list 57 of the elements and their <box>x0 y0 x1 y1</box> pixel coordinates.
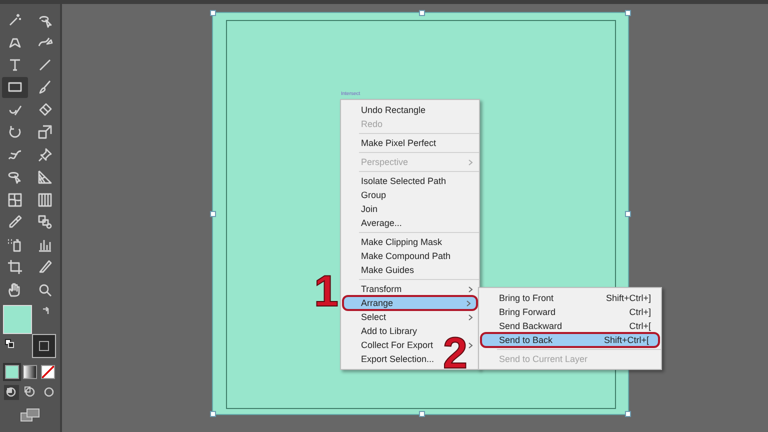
menu-item[interactable]: Make Guides <box>341 263 479 277</box>
selection-handle[interactable] <box>625 211 631 217</box>
menu-item[interactable]: Undo Rectangle <box>341 103 479 117</box>
selection-handle[interactable] <box>210 411 216 417</box>
color-mode-button[interactable] <box>5 364 19 378</box>
eraser-icon <box>37 102 53 118</box>
draw-normal-button[interactable] <box>4 384 18 400</box>
menu-item[interactable]: Make Pixel Perfect <box>341 136 479 150</box>
zoom-icon <box>37 282 53 298</box>
selection-handle[interactable] <box>210 10 216 16</box>
gradient-mode-button[interactable] <box>23 364 37 378</box>
scale-icon <box>37 124 53 140</box>
chevron-icon <box>468 342 473 348</box>
artboard-icon <box>7 259 23 276</box>
rectangle-tool[interactable] <box>2 76 28 98</box>
type-icon <box>7 56 23 73</box>
menu-item[interactable]: Bring to Front Shift+Ctrl+] <box>479 291 661 305</box>
selection-handle[interactable] <box>210 211 216 217</box>
menu-item[interactable]: Arrange <box>343 296 477 310</box>
menu-item[interactable]: Bring Forward Ctrl+] <box>479 305 661 319</box>
step-number: 1 <box>314 270 338 314</box>
fill-swatch[interactable] <box>3 304 32 334</box>
spray-can-icon <box>7 236 23 253</box>
rotate-icon <box>7 124 23 140</box>
default-colors-icon[interactable] <box>5 338 14 348</box>
pin-icon <box>37 146 53 163</box>
screen-mode-icon[interactable] <box>20 408 40 422</box>
draw-behind-button[interactable] <box>22 384 38 400</box>
menu-item[interactable]: Send Backward Ctrl+[ <box>479 319 661 333</box>
menu-item[interactable]: Select <box>341 310 479 324</box>
eyedropper-icon <box>7 214 23 230</box>
mesh-icon <box>7 192 23 208</box>
stroke-swatch[interactable] <box>32 334 56 358</box>
menu-item[interactable]: Join <box>341 202 479 216</box>
menu-item[interactable]: Make Compound Path <box>341 249 479 263</box>
selection-handle[interactable] <box>625 411 631 417</box>
paintbrush-icon <box>37 79 53 96</box>
perspective-grid-icon <box>37 169 53 186</box>
line-icon <box>37 56 53 73</box>
menu-item[interactable]: Isolate Selected Path <box>341 174 479 188</box>
magic-wand-icon <box>7 12 23 28</box>
chevron-icon <box>468 158 473 166</box>
blend-icon <box>37 214 53 230</box>
menu-item[interactable]: Transform <box>341 282 479 296</box>
menu-item[interactable]: Average... <box>341 216 479 230</box>
selection-handle[interactable] <box>419 10 425 16</box>
selection-handle[interactable] <box>419 411 425 417</box>
draw-inside-button[interactable] <box>42 384 56 400</box>
knife-icon <box>37 259 53 276</box>
none-mode-button[interactable] <box>41 364 55 378</box>
swap-arrow-icon[interactable] <box>41 306 51 316</box>
gradient-icon <box>37 192 53 208</box>
menu-item[interactable]: Send to Back Shift+Ctrl+[ <box>481 333 659 347</box>
menu-item[interactable]: Group <box>341 188 479 202</box>
menu-item[interactable]: Make Clipping Mask <box>341 235 479 249</box>
free-transform-icon <box>7 169 23 186</box>
selection-handle[interactable] <box>625 10 631 16</box>
